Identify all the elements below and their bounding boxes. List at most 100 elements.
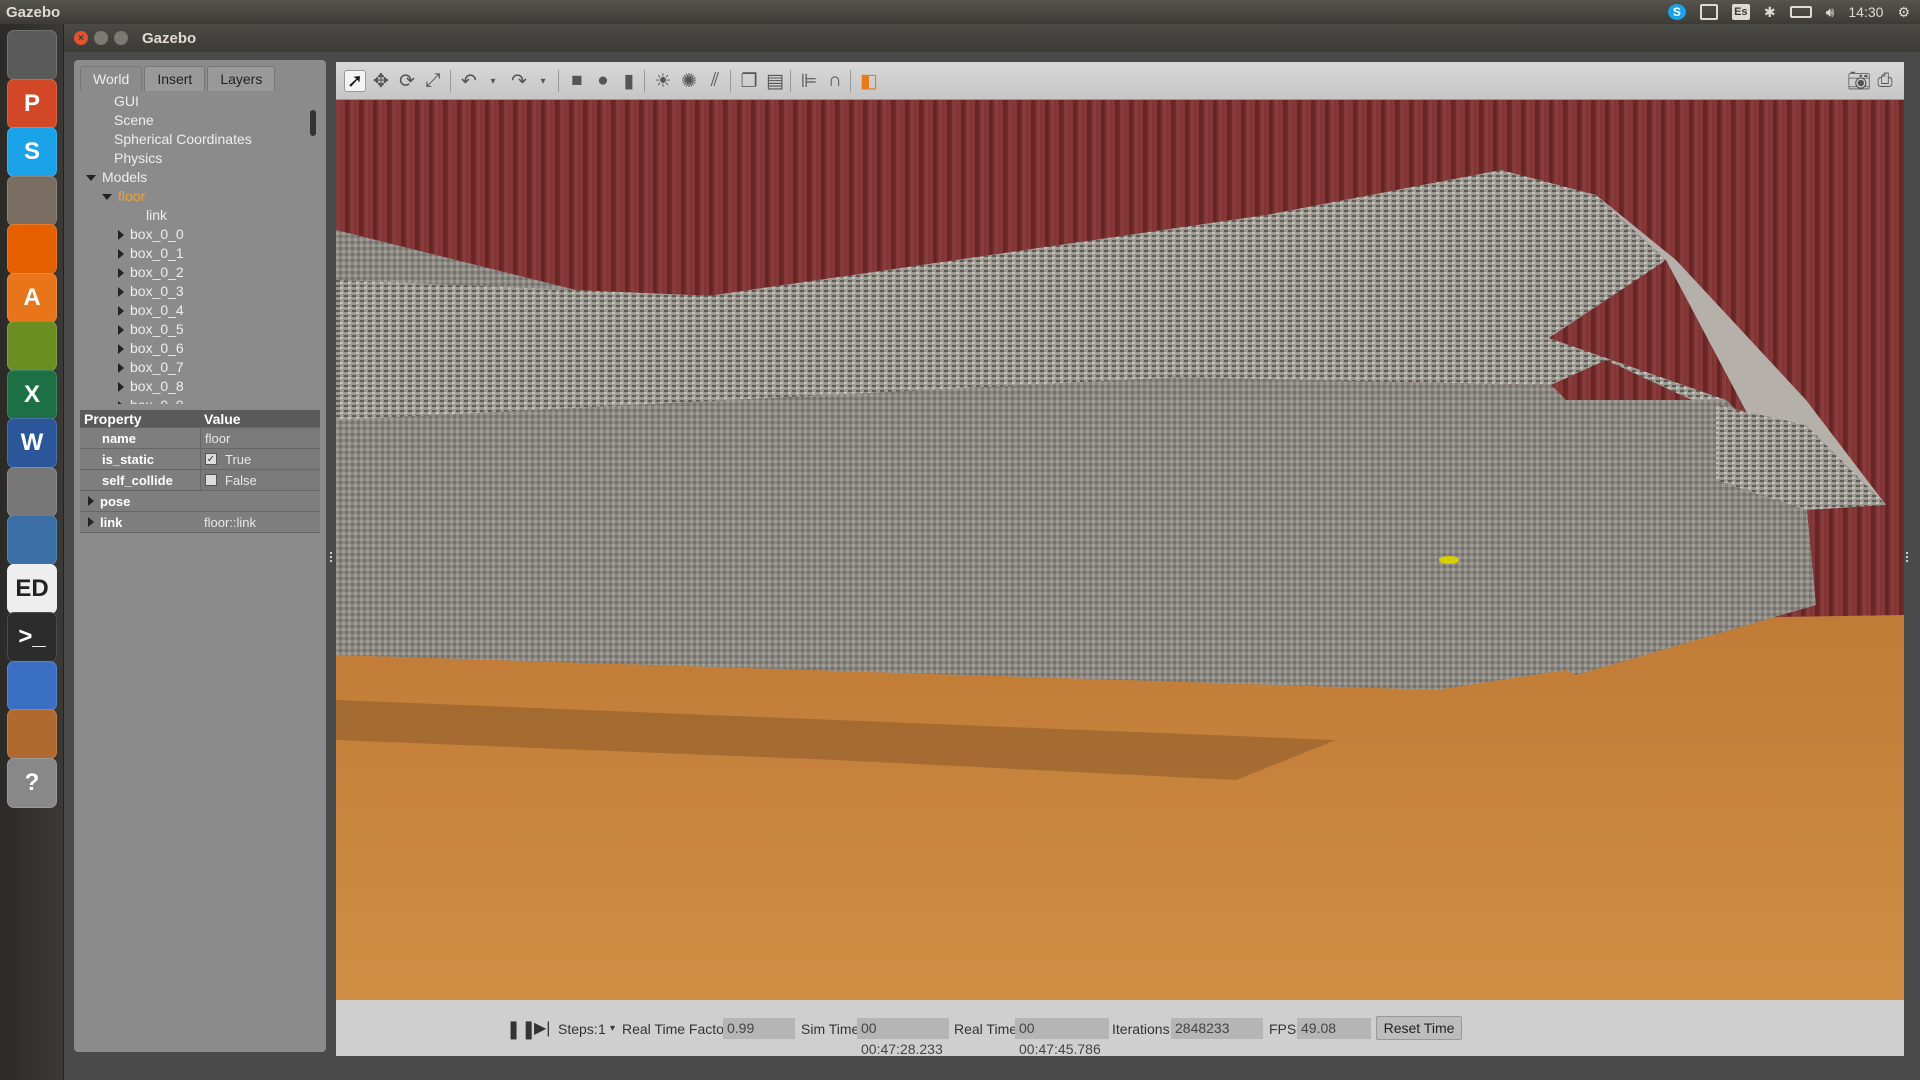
screenshot-icon[interactable]: 📷︎ [1847, 70, 1871, 92]
bluetooth-icon[interactable]: ✱ [1764, 4, 1776, 21]
expand-arrow-right-icon[interactable] [88, 517, 94, 527]
property-value-cell[interactable]: floor [200, 428, 320, 448]
launcher-terminal-icon[interactable]: >_ [7, 612, 57, 662]
tree-item[interactable]: box_0_9 [80, 396, 320, 404]
spot-light-icon[interactable]: ✺ [678, 70, 700, 92]
scale-mode-icon[interactable]: ⤢ [422, 70, 444, 92]
left-splitter-handle[interactable] [330, 552, 334, 562]
launcher-excel-icon[interactable]: X [7, 369, 57, 420]
launcher-powerpoint-icon[interactable]: P [7, 78, 57, 129]
expand-arrow-right-icon[interactable] [118, 344, 124, 355]
expand-arrow-right-icon[interactable] [118, 249, 124, 260]
launcher-skype-icon[interactable]: S [7, 127, 57, 177]
sphere-shape-icon[interactable]: ● [592, 70, 614, 92]
volume-icon[interactable]: 🔊︎ [1826, 4, 1835, 21]
expand-arrow-right-icon[interactable] [118, 306, 124, 317]
launcher-media-player-icon[interactable] [7, 660, 57, 711]
tree-item[interactable]: box_0_8 [80, 377, 320, 396]
log-recording-icon[interactable]: ⎙ [1874, 70, 1896, 92]
translate-mode-icon[interactable]: ✥ [370, 70, 392, 92]
point-light-icon[interactable]: ☀ [652, 70, 674, 92]
tree-item[interactable]: Spherical Coordinates [80, 130, 320, 149]
expand-arrow-right-icon[interactable] [118, 363, 124, 374]
expand-arrow-right-icon[interactable] [118, 325, 124, 336]
minimize-icon[interactable] [94, 31, 108, 45]
select-mode-icon[interactable]: ➚ [344, 70, 366, 92]
right-splitter-handle[interactable] [1906, 552, 1910, 562]
property-group-pose[interactable]: pose [80, 491, 320, 512]
tree-item[interactable]: box_0_3 [80, 282, 320, 301]
paste-icon[interactable]: ▤ [764, 70, 786, 92]
tree-item[interactable]: Physics [80, 149, 320, 168]
copy-icon[interactable]: ❐ [738, 70, 760, 92]
step-icon[interactable]: ▶| [534, 1020, 550, 1038]
keyboard-layout-indicator[interactable]: Es [1731, 4, 1750, 20]
property-key: self_collide [80, 470, 200, 490]
checkbox[interactable]: ✓ [205, 453, 217, 465]
directional-light-icon[interactable]: ⫽ [704, 70, 726, 92]
tree-item[interactable]: floor [80, 187, 320, 206]
tree-item[interactable]: box_0_7 [80, 358, 320, 377]
expand-arrow-right-icon[interactable] [118, 287, 124, 298]
launcher-matlab-icon[interactable] [7, 515, 57, 565]
launcher-picasa-icon[interactable] [7, 321, 57, 371]
property-value-cell[interactable]: False [200, 470, 320, 490]
cylinder-shape-icon[interactable]: ▮ [618, 70, 640, 92]
launcher-software-center-icon[interactable]: A [7, 272, 57, 323]
tree-item[interactable]: link [80, 206, 320, 225]
reset-time-button[interactable]: Reset Time [1376, 1016, 1462, 1040]
launcher-help-icon[interactable]: ? [7, 757, 57, 808]
3d-scene-view[interactable] [336, 100, 1904, 1000]
expand-arrow-right-icon[interactable] [118, 382, 124, 393]
gear-icon[interactable]: ⚙ [1897, 4, 1910, 21]
tree-scrollbar[interactable] [310, 110, 316, 136]
skype-tray-icon[interactable]: S [1667, 4, 1686, 20]
tree-item[interactable]: box_0_1 [80, 244, 320, 263]
pause-icon[interactable]: ❚❚ [506, 1020, 536, 1038]
redo-history-icon[interactable]: ▾ [532, 70, 554, 92]
tree-item[interactable]: Scene [80, 111, 320, 130]
expand-arrow-right-icon[interactable] [88, 496, 94, 506]
property-value-cell[interactable]: ✓ True [200, 449, 320, 469]
expand-arrow-right-icon[interactable] [118, 230, 124, 241]
tree-item[interactable]: Models [80, 168, 320, 187]
launcher-editor-icon[interactable]: ED [7, 563, 57, 614]
tab-world[interactable]: World [80, 66, 143, 91]
expand-arrow-right-icon[interactable] [118, 401, 124, 404]
workspace-switcher-icon[interactable] [1699, 4, 1718, 20]
clock[interactable]: 14:30 [1848, 4, 1883, 20]
expand-arrow-down-icon[interactable] [102, 194, 112, 201]
undo-history-icon[interactable]: ▾ [482, 70, 504, 92]
expand-arrow-down-icon[interactable] [86, 175, 96, 182]
snap-icon[interactable]: ∩ [824, 70, 846, 92]
launcher-virtualbox-icon[interactable] [7, 709, 57, 759]
launcher-firefox-icon[interactable] [7, 224, 57, 274]
tree-item[interactable]: GUI [80, 92, 320, 111]
launcher-files-icon[interactable] [7, 175, 57, 226]
tree-item[interactable]: box_0_6 [80, 339, 320, 358]
expand-arrow-right-icon[interactable] [118, 268, 124, 279]
launcher-word-icon[interactable]: W [7, 418, 57, 468]
window-titlebar[interactable]: × Gazebo [64, 24, 1920, 52]
view-angle-icon[interactable]: ◧ [858, 70, 880, 92]
tree-item[interactable]: box_0_5 [80, 320, 320, 339]
close-icon[interactable]: × [74, 31, 88, 45]
maximize-icon[interactable] [114, 31, 128, 45]
tab-insert[interactable]: Insert [144, 66, 206, 91]
property-group-link[interactable]: link floor::link [80, 512, 320, 533]
box-shape-icon[interactable]: ■ [566, 70, 588, 92]
tree-item[interactable]: box_0_2 [80, 263, 320, 282]
steps-spinbox[interactable]: 1 [598, 1020, 606, 1038]
tree-item[interactable]: box_0_4 [80, 301, 320, 320]
battery-icon[interactable] [1789, 6, 1812, 18]
redo-icon[interactable]: ↷ [508, 70, 530, 92]
undo-icon[interactable]: ↶ [458, 70, 480, 92]
rotate-mode-icon[interactable]: ⟳ [396, 70, 418, 92]
checkbox[interactable] [205, 474, 217, 486]
steps-dropdown-icon[interactable]: ▾ [610, 1020, 615, 1038]
launcher-ubuntu-dash-icon[interactable] [7, 30, 57, 80]
launcher-system-settings-icon[interactable] [7, 466, 57, 517]
tab-layers[interactable]: Layers [207, 66, 276, 91]
align-icon[interactable]: ⊫ [798, 70, 820, 92]
tree-item[interactable]: box_0_0 [80, 225, 320, 244]
